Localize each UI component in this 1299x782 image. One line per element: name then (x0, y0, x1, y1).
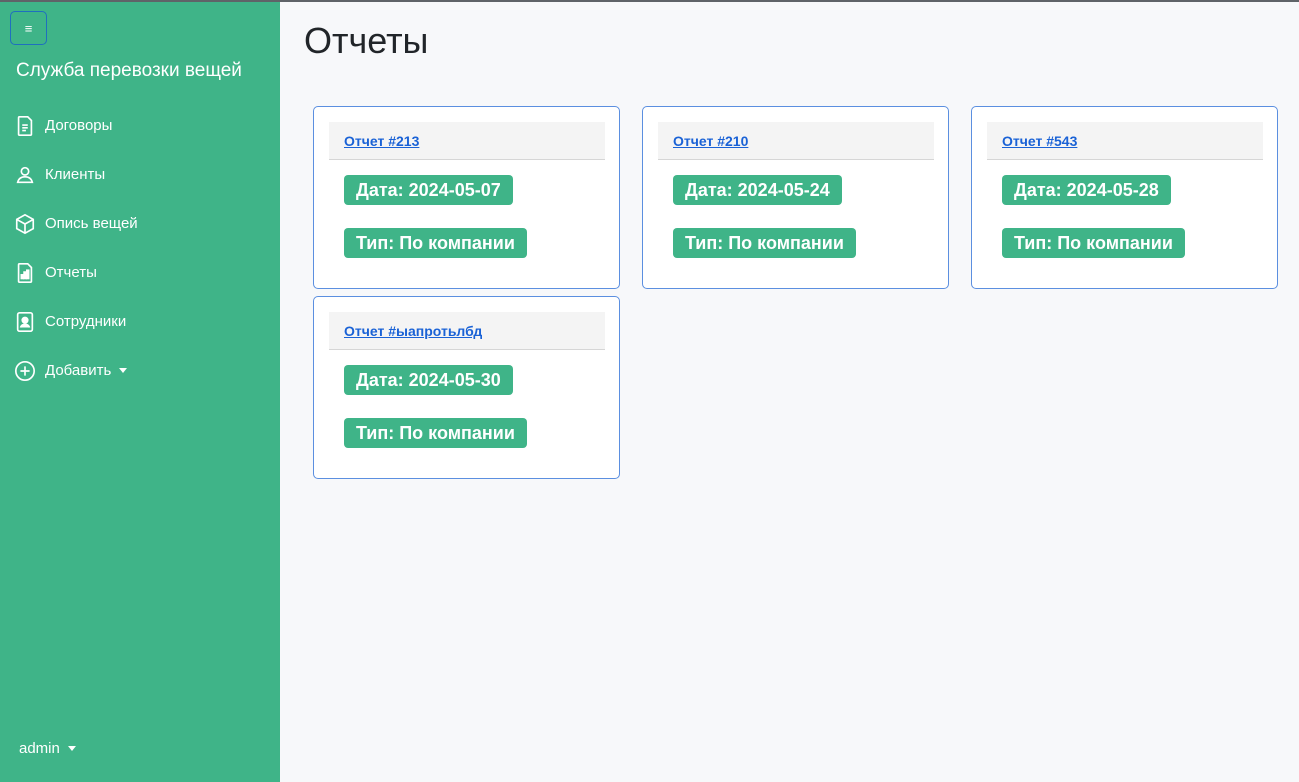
type-badge: Тип: По компании (673, 228, 856, 258)
report-card: Отчет #ыапротьлбд Дата: 2024-05-30 Тип: … (313, 296, 620, 479)
card-header: Отчет #210 (658, 122, 934, 160)
card-header: Отчет #213 (329, 122, 605, 160)
window-top-border (0, 0, 1299, 2)
document-icon (14, 115, 36, 137)
date-badge: Дата: 2024-05-28 (1002, 175, 1171, 205)
user-menu[interactable]: admin (19, 740, 76, 757)
chevron-down-icon (67, 746, 76, 751)
type-badge: Тип: По компании (344, 418, 527, 448)
date-badge: Дата: 2024-05-30 (344, 365, 513, 395)
sidebar-nav: Договоры Клиенты Опись вещей Отчеты Сотр… (0, 101, 280, 395)
employee-badge-icon (14, 311, 36, 333)
report-link[interactable]: Отчет #543 (1002, 133, 1077, 149)
sidebar-item-inventory[interactable]: Опись вещей (0, 199, 280, 248)
report-link[interactable]: Отчет #213 (344, 133, 419, 149)
page-title: Отчеты (304, 20, 429, 61)
card-header: Отчет #543 (987, 122, 1263, 160)
report-card: Отчет #210 Дата: 2024-05-24 Тип: По комп… (642, 106, 949, 289)
date-badge: Дата: 2024-05-24 (673, 175, 842, 205)
sidebar-item-reports[interactable]: Отчеты (0, 248, 280, 297)
brand-title: Служба перевозки вещей (16, 60, 242, 81)
report-card: Отчет #213 Дата: 2024-05-07 Тип: По комп… (313, 106, 620, 289)
sidebar-item-label: Отчеты (45, 264, 97, 281)
sidebar-toggle-button[interactable]: ≡ (10, 11, 47, 45)
sidebar-item-label: Договоры (45, 117, 113, 134)
sidebar-item-clients[interactable]: Клиенты (0, 150, 280, 199)
type-badge: Тип: По компании (344, 228, 527, 258)
chevron-down-icon (119, 368, 128, 373)
plus-circle-icon (14, 360, 36, 382)
user-icon (14, 164, 36, 186)
sidebar: ≡ Служба перевозки вещей Договоры Клиент… (0, 0, 280, 782)
report-icon (14, 262, 36, 284)
report-link[interactable]: Отчет #ыапротьлбд (344, 323, 482, 339)
report-link[interactable]: Отчет #210 (673, 133, 748, 149)
sidebar-item-label: Клиенты (45, 166, 106, 183)
sidebar-item-employees[interactable]: Сотрудники (0, 297, 280, 346)
type-badge: Тип: По компании (1002, 228, 1185, 258)
username: admin (19, 740, 60, 757)
date-badge: Дата: 2024-05-07 (344, 175, 513, 205)
card-header: Отчет #ыапротьлбд (329, 312, 605, 350)
sidebar-item-add[interactable]: Добавить (0, 346, 280, 395)
box-icon (14, 213, 36, 235)
sidebar-item-label: Сотрудники (45, 313, 127, 330)
sidebar-item-contracts[interactable]: Договоры (0, 101, 280, 150)
sidebar-item-label: Опись вещей (45, 215, 138, 232)
sidebar-item-label: Добавить (45, 362, 112, 379)
report-card: Отчет #543 Дата: 2024-05-28 Тип: По комп… (971, 106, 1278, 289)
menu-icon: ≡ (24, 20, 33, 36)
